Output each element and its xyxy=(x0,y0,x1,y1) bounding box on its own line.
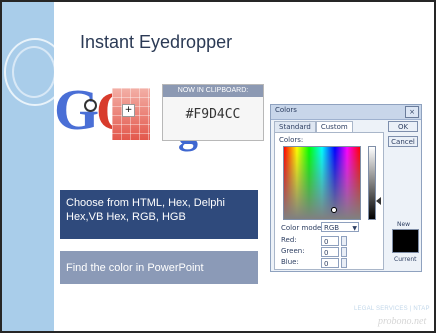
red-spinner[interactable] xyxy=(341,236,347,246)
custom-color-panel: Colors: Color model: RGB ▼ Red: 0 Green:… xyxy=(274,132,384,270)
color-model-select[interactable]: RGB ▼ xyxy=(321,222,359,232)
colors-label: Colors: xyxy=(279,136,304,144)
cancel-button[interactable]: Cancel xyxy=(388,136,418,147)
color-spectrum-picker[interactable] xyxy=(283,146,361,220)
feature-box-powerpoint: Find the color in PowerPoint xyxy=(60,251,258,284)
colors-dialog: Colors × Standard Custom Colors: Color m… xyxy=(270,104,422,272)
ok-button[interactable]: OK xyxy=(388,121,418,132)
spectrum-marker-icon[interactable] xyxy=(331,207,337,213)
clipboard-preview: NOW IN CLIPBOARD: #F9D4CC xyxy=(162,84,264,141)
color-model-value: RGB xyxy=(324,224,340,232)
color-model-label: Color model: xyxy=(281,224,326,232)
slide-title: Instant Eyedropper xyxy=(80,32,233,52)
luminance-slider[interactable] xyxy=(368,146,376,220)
chevron-down-icon[interactable]: ▼ xyxy=(352,224,357,234)
red-input[interactable]: 0 xyxy=(321,236,339,246)
blue-row: Blue: 0 xyxy=(281,258,381,268)
blue-label: Blue: xyxy=(281,258,299,266)
current-color-label: Current xyxy=(394,256,417,263)
green-label: Green: xyxy=(281,247,305,255)
slider-arrow-icon[interactable] xyxy=(376,197,381,205)
footer-org-line: LEGAL SERVICES | NTAP xyxy=(354,306,430,312)
footer-brand-line: probono.net xyxy=(378,316,427,327)
green-spinner[interactable] xyxy=(341,247,347,257)
green-input[interactable]: 0 xyxy=(321,247,339,257)
red-row: Red: 0 xyxy=(281,236,381,246)
blue-input[interactable]: 0 xyxy=(321,258,339,268)
new-color-label: New xyxy=(397,221,411,228)
green-row: Green: 0 xyxy=(281,247,381,257)
accent-ring-icon-inner xyxy=(12,46,56,98)
clipboard-color-value: #F9D4CC xyxy=(185,107,241,122)
close-icon[interactable]: × xyxy=(405,106,419,118)
red-label: Red: xyxy=(281,236,297,244)
slide: Instant Eyedropper G O g + NOW IN CLIPBO… xyxy=(0,0,436,333)
new-color-swatch xyxy=(392,229,419,253)
feature-box-formats: Choose from HTML, Hex, Delphi Hex,VB Hex… xyxy=(60,190,258,239)
crosshair-icon: + xyxy=(122,104,135,117)
dialog-title: Colors xyxy=(275,106,297,114)
dialog-titlebar: Colors × xyxy=(271,105,421,120)
clipboard-header: NOW IN CLIPBOARD: xyxy=(163,85,263,97)
blue-spinner[interactable] xyxy=(341,258,347,268)
eyedropper-cursor-icon xyxy=(84,99,97,112)
